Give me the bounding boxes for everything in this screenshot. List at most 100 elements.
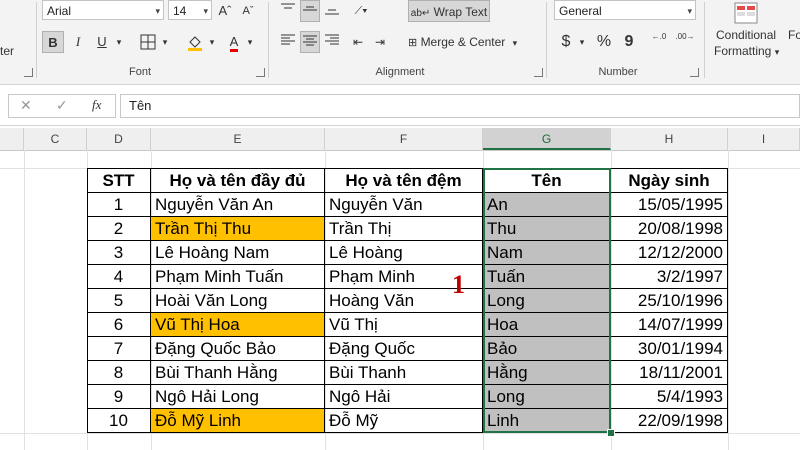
cell-full-name[interactable]: Vũ Thị Hoa — [151, 313, 325, 337]
increase-indent-button[interactable]: ⇥ — [370, 31, 390, 53]
cell-full-name[interactable]: Ngô Hải Long — [151, 385, 325, 409]
cell-full-name[interactable]: Đỗ Mỹ Linh — [151, 409, 325, 433]
bold-button[interactable]: B — [42, 31, 64, 53]
cell-middle-name[interactable]: Trần Thị — [325, 217, 483, 241]
cell-full-name[interactable]: Lê Hoàng Nam — [151, 241, 325, 265]
wrap-text-button[interactable]: ab↵ Wrap Text — [408, 0, 490, 22]
align-left-button[interactable] — [278, 31, 298, 53]
cell-birth-date[interactable]: 30/01/1994 — [611, 337, 728, 361]
cell-middle-name[interactable]: Bùi Thanh — [325, 361, 483, 385]
font-size-combo[interactable]: 14 ▾ — [168, 0, 212, 20]
decrease-font-size-button[interactable]: Aˇ — [238, 0, 258, 22]
formula-input[interactable]: Tên — [120, 94, 800, 118]
cell-full-name[interactable]: Bùi Thanh Hằng — [151, 361, 325, 385]
orientation-button[interactable]: ⟋▾ — [346, 0, 376, 22]
cell-full-name[interactable]: Phạm Minh Tuấn — [151, 265, 325, 289]
cell-first-name[interactable]: Tuấn — [483, 265, 611, 289]
cell-stt[interactable]: 9 — [87, 385, 151, 409]
table-header-cell[interactable]: Ngày sinh — [611, 169, 728, 193]
alignment-dialog-launcher[interactable] — [534, 68, 543, 77]
font-dialog-launcher[interactable] — [256, 68, 265, 77]
cell-middle-name[interactable]: Đỗ Mỹ — [325, 409, 483, 433]
clipboard-dialog-launcher[interactable] — [24, 68, 33, 77]
percent-button[interactable]: % — [594, 31, 614, 53]
cell-first-name[interactable]: Nam — [483, 241, 611, 265]
column-header-h[interactable]: H — [611, 128, 728, 150]
cell-stt[interactable]: 1 — [87, 193, 151, 217]
cell-first-name[interactable]: Bảo — [483, 337, 611, 361]
column-header-d[interactable]: D — [87, 128, 151, 150]
cell-birth-date[interactable]: 12/12/2000 — [611, 241, 728, 265]
cell-first-name[interactable]: An — [483, 193, 611, 217]
cell-middle-name[interactable]: Đặng Quốc — [325, 337, 483, 361]
cancel-icon[interactable]: ✕ — [20, 97, 32, 114]
cell-middle-name[interactable]: Lê Hoàng — [325, 241, 483, 265]
decrease-indent-button[interactable]: ⇤ — [348, 31, 368, 53]
cell-stt[interactable]: 10 — [87, 409, 151, 433]
cell-first-name[interactable]: Long — [483, 289, 611, 313]
cell-middle-name[interactable]: Ngô Hải — [325, 385, 483, 409]
cell-full-name[interactable]: Nguyễn Văn An — [151, 193, 325, 217]
cell-stt[interactable]: 5 — [87, 289, 151, 313]
table-header-cell[interactable]: Tên — [483, 169, 611, 193]
table-header-cell[interactable]: STT — [87, 169, 151, 193]
underline-button[interactable]: U — [92, 31, 112, 53]
cell-birth-date[interactable]: 20/08/1998 — [611, 217, 728, 241]
column-header-f[interactable]: F — [325, 128, 483, 150]
conditional-formatting-button[interactable]: Conditional — [716, 28, 776, 42]
fill-color-button[interactable] — [184, 31, 206, 53]
bottom-align-button[interactable] — [322, 0, 342, 22]
currency-button[interactable]: $ — [558, 31, 574, 53]
cell-stt[interactable]: 2 — [87, 217, 151, 241]
cell-first-name[interactable]: Long — [483, 385, 611, 409]
merge-center-button[interactable]: ⊞ Merge & Center ▾ — [408, 31, 538, 53]
cell-birth-date[interactable]: 14/07/1999 — [611, 313, 728, 337]
increase-font-size-button[interactable]: Aˆ — [215, 0, 235, 22]
chevron-down-icon[interactable]: ▾ — [577, 31, 587, 53]
cell-full-name[interactable]: Trần Thị Thu — [151, 217, 325, 241]
enter-icon[interactable]: ✓ — [56, 97, 68, 114]
cell-full-name[interactable]: Hoài Văn Long — [151, 289, 325, 313]
comma-style-button[interactable]: 9 — [620, 31, 638, 53]
insert-function-button[interactable]: fx — [92, 97, 101, 113]
number-dialog-launcher[interactable] — [690, 68, 699, 77]
cell-birth-date[interactable]: 5/4/1993 — [611, 385, 728, 409]
cell-birth-date[interactable]: 18/11/2001 — [611, 361, 728, 385]
cell-birth-date[interactable]: 15/05/1995 — [611, 193, 728, 217]
cell-middle-name[interactable]: Vũ Thị — [325, 313, 483, 337]
column-header-g[interactable]: G — [483, 128, 611, 150]
number-format-combo[interactable]: General ▾ — [554, 0, 696, 20]
decrease-decimal-button[interactable]: .00→ — [674, 31, 696, 53]
font-name-combo[interactable]: Arial ▾ — [42, 0, 164, 20]
cell-first-name[interactable]: Linh — [483, 409, 611, 433]
top-align-button[interactable] — [278, 0, 298, 22]
fill-handle[interactable] — [607, 429, 615, 437]
align-right-button[interactable] — [322, 31, 342, 53]
chevron-down-icon[interactable]: ▾ — [160, 31, 170, 53]
column-header-i[interactable]: I — [728, 128, 800, 150]
cell-stt[interactable]: 6 — [87, 313, 151, 337]
column-header-c[interactable]: C — [24, 128, 87, 150]
cell-birth-date[interactable]: 22/09/1998 — [611, 409, 728, 433]
table-header-cell[interactable]: Họ và tên đầy đủ — [151, 169, 325, 193]
cell-full-name[interactable]: Đặng Quốc Bảo — [151, 337, 325, 361]
cell-birth-date[interactable]: 3/2/1997 — [611, 265, 728, 289]
conditional-formatting-label-line2[interactable]: Formatting ▾ — [714, 44, 779, 58]
align-center-button[interactable] — [300, 31, 320, 53]
increase-decimal-button[interactable]: ←.0 — [648, 31, 670, 53]
cell-stt[interactable]: 7 — [87, 337, 151, 361]
format-as-table-partial[interactable]: Fo — [788, 28, 800, 42]
table-header-cell[interactable]: Họ và tên đệm — [325, 169, 483, 193]
italic-button[interactable]: I — [68, 31, 88, 53]
column-header-e[interactable]: E — [151, 128, 325, 150]
chevron-down-icon[interactable]: ▾ — [207, 31, 217, 53]
cell-middle-name[interactable]: Nguyễn Văn — [325, 193, 483, 217]
cell-birth-date[interactable]: 25/10/1996 — [611, 289, 728, 313]
cell-first-name[interactable]: Thu — [483, 217, 611, 241]
cell-stt[interactable]: 3 — [87, 241, 151, 265]
cell-stt[interactable]: 4 — [87, 265, 151, 289]
chevron-down-icon[interactable]: ▾ — [245, 31, 255, 53]
font-color-button[interactable]: A — [224, 31, 244, 53]
chevron-down-icon[interactable]: ▾ — [114, 31, 124, 53]
cell-first-name[interactable]: Hoa — [483, 313, 611, 337]
